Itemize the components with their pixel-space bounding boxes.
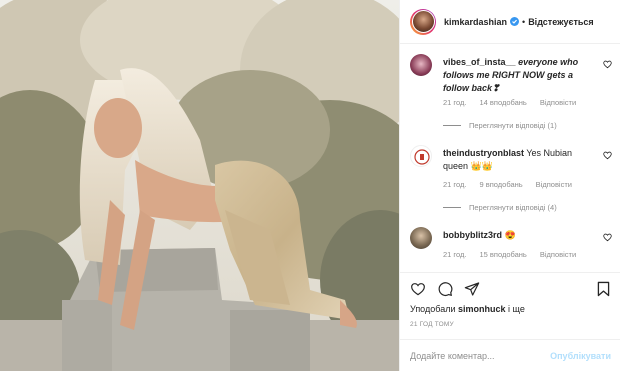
- comment-avatar[interactable]: [410, 145, 432, 167]
- comment-time: 21 год.: [443, 250, 467, 259]
- post-photo-illustration: [0, 0, 399, 371]
- comment-avatar[interactable]: [410, 227, 432, 249]
- header-separator: •: [522, 16, 526, 27]
- post-actions: Уподобали simonhuck і ще 21 ГОД ТОМУ: [400, 272, 620, 344]
- add-comment-bar: Опублікувати: [400, 339, 620, 371]
- bookmark-icon[interactable]: [596, 281, 611, 297]
- verified-badge-icon: [510, 17, 520, 26]
- view-replies-button[interactable]: Переглянути відповіді (4): [443, 203, 557, 212]
- comment-meta: 21 год. 9 вподобань Відповісти: [443, 180, 572, 189]
- view-replies-button[interactable]: Переглянути відповіді (1): [443, 121, 557, 130]
- comment-username[interactable]: bobbyblitz3rd: [443, 230, 502, 240]
- add-comment-input[interactable]: [410, 350, 551, 361]
- comment-time: 21 год.: [443, 98, 467, 107]
- comment-reply-button[interactable]: Відповісти: [536, 180, 572, 189]
- like-comment-heart-icon[interactable]: [603, 60, 612, 69]
- author-avatar[interactable]: [410, 8, 436, 35]
- comment-body: bobbyblitz3rd 😍: [443, 229, 593, 242]
- comments-list[interactable]: vibes_of_insta__ everyone who follows me…: [400, 44, 620, 272]
- comment-reply-button[interactable]: Відповісти: [540, 98, 576, 107]
- share-paper-plane-icon[interactable]: [464, 281, 480, 297]
- comment-body: vibes_of_insta__ everyone who follows me…: [443, 56, 593, 95]
- comment-likes-count[interactable]: 15 вподобань: [479, 250, 526, 259]
- comment-text: 😍: [504, 230, 516, 240]
- like-comment-heart-icon[interactable]: [603, 233, 612, 242]
- comment-bubble-icon[interactable]: [437, 281, 453, 297]
- view-replies-label: Переглянути відповіді (1): [469, 121, 557, 130]
- comment-avatar[interactable]: [410, 54, 432, 76]
- author-username[interactable]: kimkardashian: [444, 17, 507, 27]
- likes-summary: Уподобали simonhuck і ще: [410, 304, 525, 314]
- likes-prefix: Уподобали: [410, 304, 456, 314]
- post-side-panel: kimkardashian • Відстежується vibes_of_i…: [399, 0, 620, 371]
- post-timestamp[interactable]: 21 ГОД ТОМУ: [410, 321, 454, 328]
- comment-reply-button[interactable]: Відповісти: [540, 250, 576, 259]
- comment-likes-count[interactable]: 9 вподобань: [479, 180, 522, 189]
- likes-suffix[interactable]: і ще: [508, 304, 525, 314]
- comment-meta: 21 год. 14 вподобань Відповісти: [443, 98, 576, 107]
- like-comment-heart-icon[interactable]: [603, 151, 612, 160]
- comment-body: theindustryonblast Yes Nubian queen 👑👑: [443, 147, 593, 173]
- post-photo[interactable]: [0, 0, 399, 371]
- view-replies-label: Переглянути відповіді (4): [469, 203, 557, 212]
- comment-username[interactable]: theindustryonblast: [443, 148, 524, 158]
- following-button[interactable]: Відстежується: [528, 17, 593, 27]
- comment-likes-count[interactable]: 14 вподобань: [479, 98, 526, 107]
- like-heart-icon[interactable]: [410, 281, 426, 297]
- publish-comment-button[interactable]: Опублікувати: [550, 351, 611, 361]
- comment-meta: 21 год. 15 вподобань Відповісти: [443, 250, 576, 259]
- comment-username[interactable]: vibes_of_insta__: [443, 57, 516, 67]
- post-header: kimkardashian • Відстежується: [400, 0, 620, 44]
- likes-user[interactable]: simonhuck: [458, 304, 506, 314]
- comment-time: 21 год.: [443, 180, 467, 189]
